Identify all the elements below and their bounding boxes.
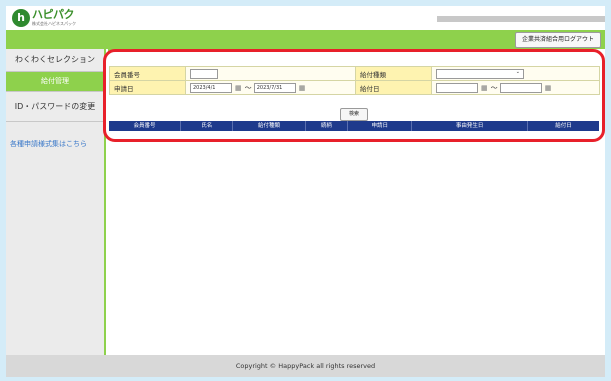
benefit-type-label: 給付種類 <box>355 66 432 81</box>
benefit-date-to-input[interactable] <box>499 82 542 93</box>
sidebar-item-benefit-management[interactable]: 給付管理 <box>6 72 104 92</box>
logo-icon: h <box>12 9 30 27</box>
results-table-header: 会員番号 氏名 給付種類 続柄 申請日 事由発生日 給付日 <box>109 121 599 131</box>
calendar-icon[interactable]: ▦ <box>481 84 488 92</box>
sidebar-item-password-change[interactable]: ID・パスワードの変更 <box>6 92 104 122</box>
member-no-input[interactable] <box>190 68 218 79</box>
column-header[interactable]: 給付種類 <box>233 121 306 131</box>
column-header[interactable]: 申請日 <box>348 121 413 131</box>
chevron-down-icon: ⌄ <box>515 68 520 75</box>
page: h ハピパク 株式会社ハピネスパック 企業共済組合用ログアウト わくわくセレクシ… <box>6 6 605 377</box>
footer: Copyright © HappyPack all rights reserve… <box>6 355 605 377</box>
logout-button[interactable]: 企業共済組合用ログアウト <box>514 32 601 48</box>
benefit-date-label: 給付日 <box>355 80 432 95</box>
calendar-icon[interactable]: ▦ <box>299 84 306 92</box>
apply-date-label: 申請日 <box>109 80 186 95</box>
sidebar-item-selection[interactable]: わくわくセレクション <box>6 49 104 72</box>
search-button[interactable]: 検索 <box>340 108 369 121</box>
benefit-type-select[interactable]: ⌄ <box>436 68 524 79</box>
logo-subtext: 株式会社ハピネスパック <box>32 21 76 26</box>
header-user-bar <box>437 16 605 22</box>
logo-text: ハピパク <box>32 8 75 21</box>
calendar-icon[interactable]: ▦ <box>545 84 552 92</box>
logo[interactable]: h ハピパク 株式会社ハピネスパック <box>12 9 132 29</box>
benefit-date-from-input[interactable] <box>436 82 478 93</box>
column-header[interactable]: 事由発生日 <box>412 121 528 131</box>
column-header[interactable]: 給付日 <box>528 121 599 131</box>
column-header[interactable]: 氏名 <box>181 121 234 131</box>
column-header[interactable]: 続柄 <box>306 121 349 131</box>
apply-date-from-input[interactable]: 2023/4/1 <box>190 82 232 93</box>
column-header[interactable]: 会員番号 <box>109 121 182 131</box>
application-forms-link[interactable]: 各種申請様式集はこちら <box>10 139 87 149</box>
calendar-icon[interactable]: ▦ <box>235 84 242 92</box>
member-no-label: 会員番号 <box>109 66 186 81</box>
top-nav-bar: 企業共済組合用ログアウト <box>6 30 605 49</box>
range-separator: ～ <box>244 83 252 92</box>
search-form: 会員番号 給付種類 ⌄ 申請日 2023/4/1 ▦ ～ 2023/7/31 ▦ 給付… <box>109 66 600 95</box>
active-tab-indicator <box>108 49 180 52</box>
header: h ハピパク 株式会社ハピネスパック <box>6 6 605 30</box>
range-separator: ～ <box>490 83 498 92</box>
apply-date-to-input[interactable]: 2023/7/31 <box>253 82 296 93</box>
sidebar: わくわくセレクション 給付管理 ID・パスワードの変更 各種申請様式集はこちら <box>6 49 106 355</box>
